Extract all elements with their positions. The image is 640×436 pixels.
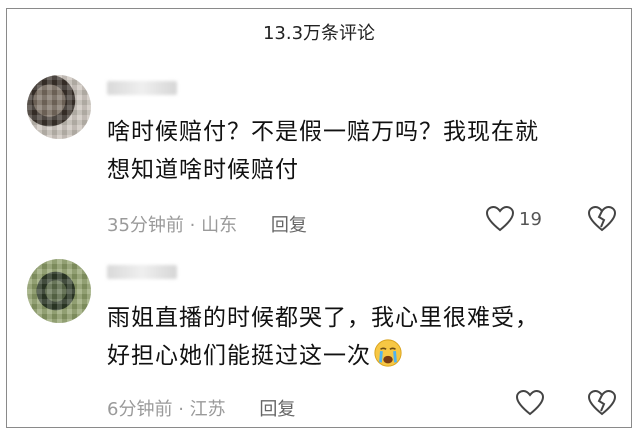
crying-face-emoji xyxy=(374,339,402,367)
reply-button[interactable]: 回复 xyxy=(271,215,307,236)
comment-text-line: 啥时候赔付？不是假一赔万吗？我现在就 xyxy=(107,119,539,145)
comment-text-line: 好担心她们能挺过这一次 xyxy=(107,337,617,375)
avatar[interactable] xyxy=(27,75,91,139)
like-button[interactable]: 19 xyxy=(485,205,542,233)
reply-button[interactable]: 回复 xyxy=(259,399,295,420)
comment-time: 6分钟前 xyxy=(107,399,173,420)
heart-icon xyxy=(485,205,515,233)
comment-location: 山东 xyxy=(201,215,238,236)
comment-text-fragment: 好担心她们能挺过这一次 xyxy=(107,343,371,369)
comment-meta: 35分钟前 · 山东 回复 xyxy=(107,211,307,237)
dislike-broken-heart-icon[interactable] xyxy=(587,389,617,417)
comments-panel: 13.3万条评论 啥时候赔付？不是假一赔万吗？我现在就 想知道啥时候赔付 35分… xyxy=(6,8,632,428)
comment-text: 雨姐直播的时候都哭了，我心里很难受， 好担心她们能挺过这一次 xyxy=(107,299,617,375)
username-blurred[interactable] xyxy=(107,81,177,95)
separator-dot: · xyxy=(189,215,196,236)
heart-icon xyxy=(515,389,545,417)
comment-text-line: 雨姐直播的时候都哭了，我心里很难受， xyxy=(107,305,539,331)
comment-time: 35分钟前 xyxy=(107,215,184,236)
avatar[interactable] xyxy=(27,259,91,323)
like-button[interactable] xyxy=(515,389,549,417)
comment-meta: 6分钟前 · 江苏 回复 xyxy=(107,395,295,421)
like-count: 19 xyxy=(519,208,542,230)
comment-location: 江苏 xyxy=(189,399,226,420)
dislike-broken-heart-icon[interactable] xyxy=(587,205,617,233)
comment-count-title: 13.3万条评论 xyxy=(262,23,376,44)
separator-dot: · xyxy=(178,399,184,420)
comment-text: 啥时候赔付？不是假一赔万吗？我现在就 想知道啥时候赔付 xyxy=(107,113,617,189)
username-blurred[interactable] xyxy=(107,265,177,279)
comment-text-line: 想知道啥时候赔付 xyxy=(107,157,299,183)
